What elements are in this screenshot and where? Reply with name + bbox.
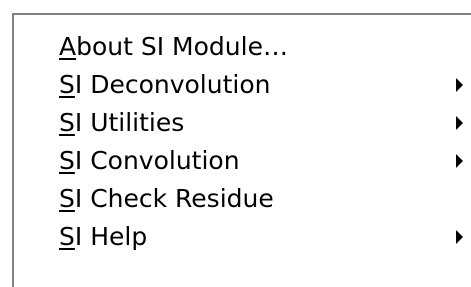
menu-item-text: I Check Residue <box>74 184 274 213</box>
menu-item-label: SI Utilities <box>59 104 184 142</box>
menu-item-label: About SI Module… <box>59 28 288 66</box>
menu-item-text: I Utilities <box>74 108 185 137</box>
menu-item-label: SI Help <box>59 218 147 256</box>
menu-item-label: SI Check Residue <box>59 180 274 218</box>
menu-item-si-deconvolution[interactable]: SI Deconvolution <box>14 66 471 104</box>
menu-item-label: SI Deconvolution <box>59 66 270 104</box>
menu-item-si-convolution[interactable]: SI Convolution <box>14 142 471 180</box>
menu-item-si-help[interactable]: SI Help <box>14 218 471 256</box>
menu-item-about-si-module[interactable]: About SI Module… <box>14 28 471 66</box>
menu-item-mnemonic: S <box>59 184 75 213</box>
menu-item-mnemonic: S <box>59 108 75 137</box>
menu-item-text: bout SI Module… <box>76 32 288 61</box>
submenu-arrow-icon <box>456 78 463 92</box>
submenu-arrow-icon <box>456 116 463 130</box>
menu-item-mnemonic: A <box>59 32 77 61</box>
si-module-menu: About SI Module… SI Deconvolution SI Uti… <box>14 15 471 287</box>
screenshot-frame: About SI Module… SI Deconvolution SI Uti… <box>0 0 471 287</box>
menu-item-label: SI Convolution <box>59 142 240 180</box>
menu-item-text: I Deconvolution <box>74 70 271 99</box>
menu-item-si-utilities[interactable]: SI Utilities <box>14 104 471 142</box>
submenu-arrow-icon <box>456 230 463 244</box>
menu-item-text: I Help <box>74 222 148 251</box>
menu-item-mnemonic: S <box>59 146 75 175</box>
menu-item-si-check-residue[interactable]: SI Check Residue <box>14 180 471 218</box>
menu-item-text: I Convolution <box>74 146 240 175</box>
menu-item-mnemonic: S <box>59 222 75 251</box>
menu-item-mnemonic: S <box>59 70 75 99</box>
submenu-arrow-icon <box>456 154 463 168</box>
